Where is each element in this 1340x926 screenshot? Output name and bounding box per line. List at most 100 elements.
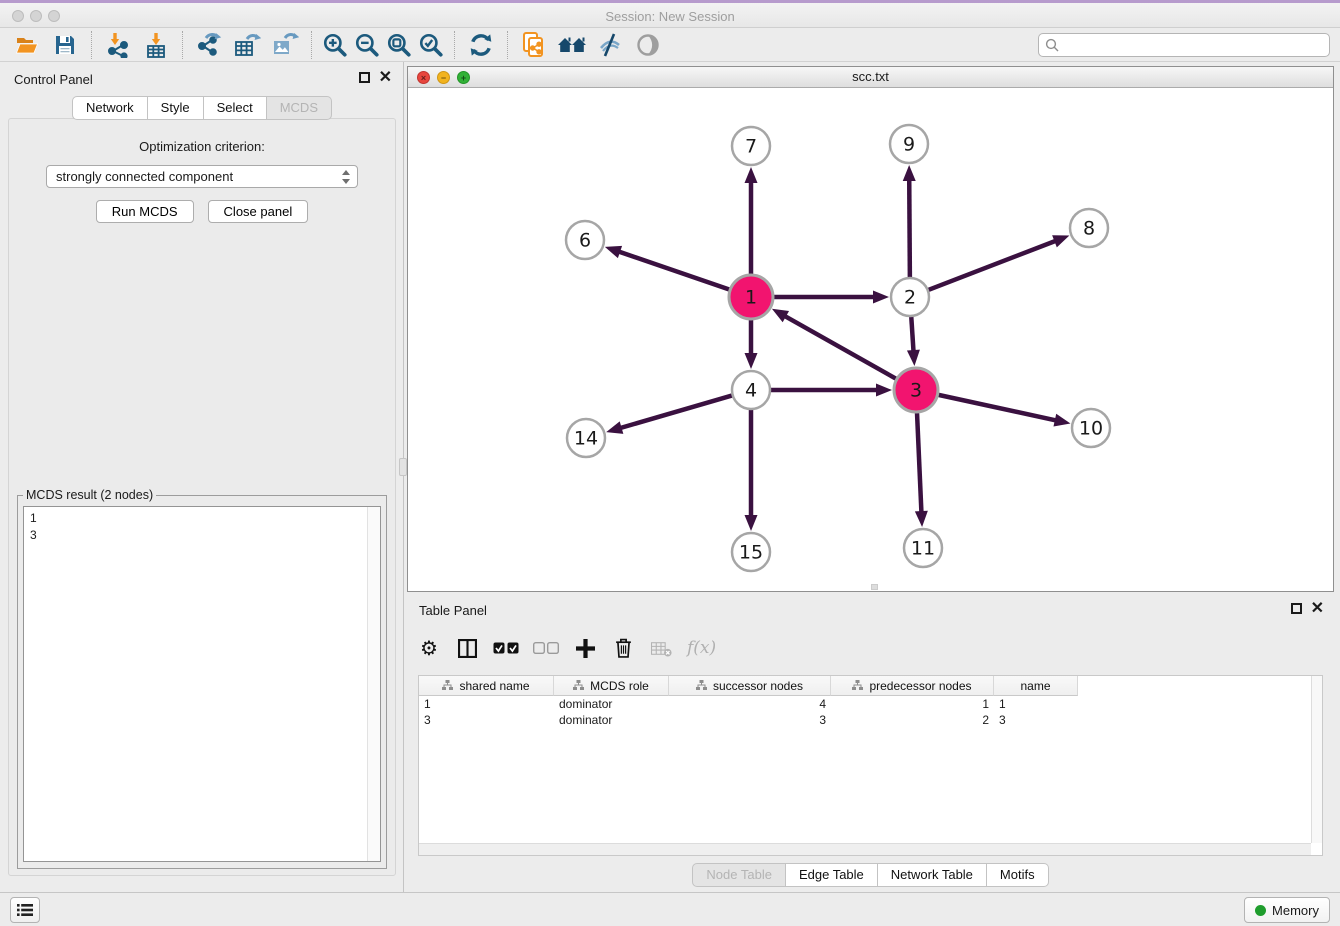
table-horizontal-scrollbar[interactable] (419, 843, 1311, 855)
table-vertical-scrollbar[interactable] (1311, 676, 1322, 843)
network-minimize-button[interactable]: − (437, 71, 450, 84)
table-cell[interactable]: 2 (831, 712, 994, 728)
mcds-result-textarea[interactable]: 13 (23, 506, 381, 862)
column-header-shared-name[interactable]: shared name (419, 676, 554, 696)
graph-node-15[interactable]: 15 (732, 533, 770, 571)
graph-node-2[interactable]: 2 (891, 278, 929, 316)
save-session-icon[interactable] (46, 30, 84, 60)
close-panel-icon[interactable]: ✕ (379, 72, 392, 83)
app-titlebar[interactable]: Session: New Session (0, 3, 1340, 28)
table-cell[interactable]: 1 (831, 696, 994, 712)
function-builder-icon[interactable]: f(x) (687, 634, 716, 662)
table-row[interactable]: 3dominator323 (419, 712, 1311, 728)
delete-table-icon[interactable] (649, 634, 673, 662)
show-column-icon[interactable] (455, 634, 479, 662)
graph-node-11[interactable]: 11 (904, 529, 942, 567)
export-image-icon[interactable] (266, 30, 304, 60)
optimization-criterion-select[interactable]: strongly connected component (46, 165, 358, 188)
search-input[interactable] (1059, 38, 1323, 52)
search-icon (1045, 38, 1059, 52)
network-window-titlebar[interactable]: × − + scc.txt (408, 67, 1333, 88)
column-header-name[interactable]: name (994, 676, 1078, 696)
graph-node-7[interactable]: 7 (732, 127, 770, 165)
edge-3-1[interactable] (783, 315, 896, 379)
close-table-panel-icon[interactable]: ✕ (1311, 603, 1324, 614)
toolbar-separator (311, 31, 312, 59)
table-cell[interactable]: 4 (669, 696, 831, 712)
graph-node-10[interactable]: 10 (1072, 409, 1110, 447)
open-file-icon[interactable] (8, 30, 46, 60)
table-tab-edge-table[interactable]: Edge Table (786, 863, 878, 887)
unselect-all-columns-icon[interactable] (533, 634, 559, 662)
panel-divider[interactable] (403, 62, 404, 892)
table-cell[interactable]: 1 (994, 696, 1078, 712)
edge-2-3[interactable] (911, 317, 913, 353)
network-close-button[interactable]: × (417, 71, 430, 84)
edge-3-11[interactable] (917, 413, 921, 514)
tab-style[interactable]: Style (148, 96, 204, 120)
status-bar: Memory (0, 892, 1340, 926)
add-column-icon[interactable] (573, 634, 597, 662)
network-resize-grip[interactable] (871, 584, 878, 590)
float-table-panel-icon[interactable] (1291, 603, 1302, 614)
zoom-in-icon[interactable] (319, 30, 351, 60)
table-tab-network-table[interactable]: Network Table (878, 863, 987, 887)
table-cell[interactable]: 3 (419, 712, 554, 728)
graph-node-6[interactable]: 6 (566, 221, 604, 259)
tab-mcds[interactable]: MCDS (267, 96, 332, 120)
table-cell[interactable]: 3 (994, 712, 1078, 728)
toolbar-search[interactable] (1038, 33, 1330, 57)
table-cell[interactable]: 3 (669, 712, 831, 728)
network-maximize-button[interactable]: + (457, 71, 470, 84)
result-scrollbar[interactable] (367, 507, 380, 861)
tab-select[interactable]: Select (204, 96, 267, 120)
graph-node-9[interactable]: 9 (890, 125, 928, 163)
table-cell[interactable]: dominator (554, 696, 669, 712)
table-tab-motifs[interactable]: Motifs (987, 863, 1049, 887)
svg-text:11: 11 (911, 538, 935, 560)
graph-node-3[interactable]: 3 (894, 368, 938, 412)
zoom-selected-icon[interactable] (415, 30, 447, 60)
edge-arrow-4-14 (606, 421, 623, 433)
edge-2-8[interactable] (929, 240, 1058, 290)
apply-layout-icon[interactable] (462, 30, 500, 60)
edge-1-6[interactable] (617, 251, 729, 289)
close-panel-button[interactable]: Close panel (208, 200, 309, 223)
memory-button[interactable]: Memory (1244, 897, 1330, 923)
edge-2-9[interactable] (909, 178, 910, 277)
import-network-icon[interactable] (99, 30, 137, 60)
import-table-icon[interactable] (137, 30, 175, 60)
table-tab-node-table[interactable]: Node Table (692, 863, 786, 887)
task-history-button[interactable] (10, 897, 40, 923)
zoom-fit-icon[interactable] (383, 30, 415, 60)
show-graphics-details-icon[interactable] (629, 30, 667, 60)
delete-column-icon[interactable] (611, 634, 635, 662)
table-cell[interactable]: 1 (419, 696, 554, 712)
clone-network-icon[interactable] (515, 30, 553, 60)
table-settings-gear-icon[interactable]: ⚙ (417, 634, 441, 662)
graph-node-8[interactable]: 8 (1070, 209, 1108, 247)
table-cell[interactable]: dominator (554, 712, 669, 728)
graph-node-14[interactable]: 14 (567, 419, 605, 457)
table-row[interactable]: 1dominator411 (419, 696, 1311, 712)
edge-4-14[interactable] (619, 396, 732, 429)
select-all-columns-icon[interactable] (493, 634, 519, 662)
export-table-icon[interactable] (228, 30, 266, 60)
edge-3-10[interactable] (938, 395, 1057, 421)
hide-graphics-details-icon[interactable] (591, 30, 629, 60)
panel-divider-grip[interactable] (399, 458, 407, 476)
first-neighbors-icon[interactable] (553, 30, 591, 60)
graph-node-4[interactable]: 4 (732, 371, 770, 409)
float-panel-icon[interactable] (359, 72, 370, 83)
run-mcds-button[interactable]: Run MCDS (96, 200, 194, 223)
graph-node-1[interactable]: 1 (729, 275, 773, 319)
column-header-predecessor-nodes[interactable]: predecessor nodes (831, 676, 994, 696)
column-header-successor-nodes[interactable]: successor nodes (669, 676, 831, 696)
edge-arrow-1-2 (873, 291, 889, 304)
tab-network[interactable]: Network (72, 96, 148, 120)
export-network-icon[interactable] (190, 30, 228, 60)
toolbar-separator (507, 31, 508, 59)
network-canvas[interactable]: 1 2 3 4 6 7 8 9 10 11 14 15 (408, 88, 1333, 591)
column-header-MCDS-role[interactable]: MCDS role (554, 676, 669, 696)
zoom-out-icon[interactable] (351, 30, 383, 60)
